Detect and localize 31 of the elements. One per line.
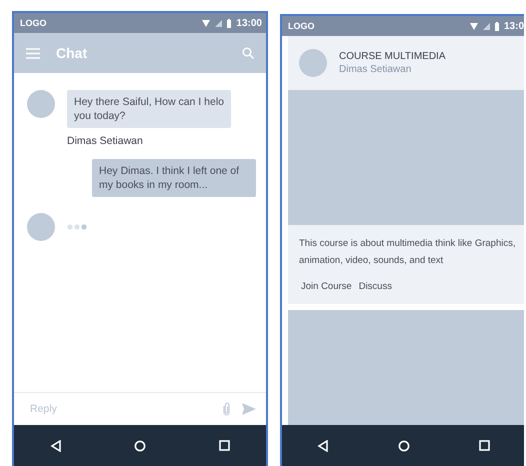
reply-field[interactable]: Reply [28,402,211,416]
course-title: COURSE MULTIMEDIA [339,51,446,62]
wifi-icon [470,22,478,30]
message-bubble: Hey there Saiful, How can I helo you today? [67,90,231,128]
battery-icon [494,22,499,30]
battery-icon [227,18,232,28]
recent-apps-icon[interactable] [478,440,490,451]
avatar [27,90,55,118]
screen-title: Chat [56,45,88,61]
logo: LOGO [20,18,48,28]
action-button[interactable]: Join Course [301,281,352,292]
home-icon[interactable] [134,440,146,452]
clock-time: 13:00 [236,18,262,28]
paperclip-icon[interactable] [223,402,230,416]
logo: LOGO [288,21,316,31]
avatar [27,213,55,241]
sender-name: Dimas Setiawan [67,135,144,147]
course-description: This course is about multimedia think like Graphics, animation, video, sounds, and text [298,237,516,268]
message-bubble: Hey Dimas. I think I left one of my books in my room... [92,159,256,197]
avatar [299,49,327,77]
clock-time: 13:0 [504,20,524,32]
recent-apps-icon[interactable] [218,440,230,451]
signal-icon [215,20,222,26]
action-button[interactable]: Discuss [358,281,392,292]
author-name: Dimas Setiawan [339,64,412,75]
typing-indicator-icon [67,224,87,230]
home-icon[interactable] [398,440,410,452]
wifi-icon [202,20,210,26]
back-icon[interactable] [316,440,328,452]
back-icon[interactable] [50,440,62,452]
signal-icon [482,22,490,30]
